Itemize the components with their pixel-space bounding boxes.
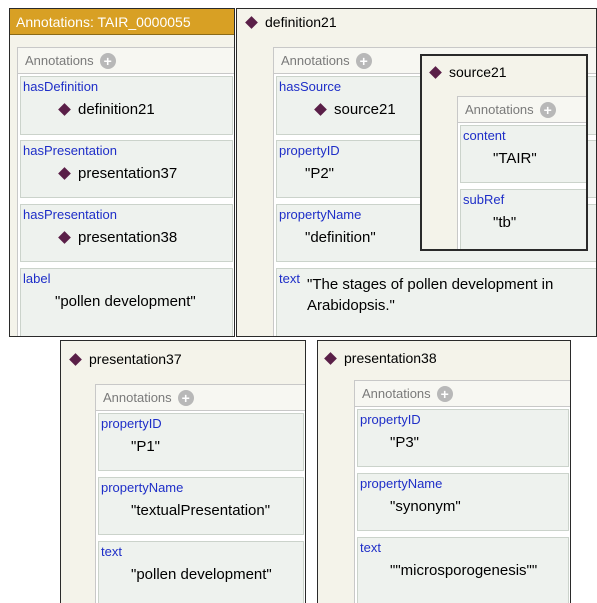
annotation-row[interactable]: text "The stages of pollen development i…	[276, 268, 596, 336]
property-name[interactable]: subRef	[463, 192, 504, 207]
individual-panel-presentation37: presentation37 Annotations + propertyID "…	[60, 340, 306, 603]
panel-title: definition21	[237, 9, 596, 35]
add-annotation-icon[interactable]: +	[436, 385, 453, 402]
individual-diamond-icon	[324, 351, 337, 365]
annotation-row[interactable]: text ""microsporogenesis""	[357, 537, 569, 603]
property-value[interactable]: "definition"	[305, 229, 376, 246]
annotations-label: Annotations	[465, 102, 534, 117]
annotation-row[interactable]: text "pollen development"	[98, 541, 304, 603]
property-name[interactable]: text	[101, 544, 122, 559]
property-name[interactable]: hasPresentation	[23, 207, 117, 222]
property-name[interactable]: text	[279, 271, 300, 286]
property-value[interactable]: "synonym"	[390, 498, 461, 515]
panel-title: source21	[422, 56, 586, 86]
individual-diamond-icon	[58, 102, 71, 116]
property-value[interactable]: presentation37	[55, 165, 177, 182]
annotations-label: Annotations	[281, 53, 350, 68]
property-value[interactable]: "P3"	[390, 434, 419, 451]
annotation-row[interactable]: hasPresentation presentation38	[20, 204, 233, 262]
individual-panel-source21: source21 Annotations + content "TAIR" sub…	[420, 54, 588, 251]
annotation-row[interactable]: propertyID "P1"	[98, 413, 304, 471]
property-value[interactable]: "pollen development"	[55, 293, 196, 310]
property-name[interactable]: propertyName	[360, 476, 442, 491]
property-name[interactable]: propertyName	[101, 480, 183, 495]
individual-diamond-icon	[245, 15, 258, 29]
annotations-header: Annotations +	[355, 381, 570, 407]
annotation-row[interactable]: propertyName "synonym"	[357, 473, 569, 531]
property-name[interactable]: text	[360, 540, 381, 555]
annotations-label: Annotations	[103, 390, 172, 405]
property-name[interactable]: content	[463, 128, 506, 143]
annotation-row[interactable]: hasPresentation presentation37	[20, 140, 233, 198]
property-value[interactable]: "P1"	[131, 438, 160, 455]
annotations-box: Annotations + hasDefinition definition21 …	[17, 47, 234, 336]
annotations-panel-tair: Annotations: TAIR_0000055 Annotations + h…	[9, 8, 235, 337]
add-annotation-icon[interactable]: +	[99, 52, 116, 69]
property-name[interactable]: propertyID	[360, 412, 421, 427]
annotations-label: Annotations	[25, 53, 94, 68]
individual-diamond-icon	[314, 102, 327, 116]
panel-title: presentation38	[318, 341, 570, 375]
property-name[interactable]: propertyID	[101, 416, 162, 431]
panel-title: presentation37	[61, 341, 305, 375]
add-annotation-icon[interactable]: +	[355, 52, 372, 69]
annotations-header: Annotations +	[18, 48, 234, 74]
individual-diamond-icon	[58, 230, 71, 244]
property-name[interactable]: hasPresentation	[23, 143, 117, 158]
annotation-row[interactable]: subRef "tb"	[460, 189, 586, 249]
individual-diamond-icon	[69, 352, 82, 366]
property-name[interactable]: hasDefinition	[23, 79, 98, 94]
property-value[interactable]: "pollen development"	[131, 566, 272, 583]
individual-diamond-icon	[58, 166, 71, 180]
annotations-header: Annotations +	[96, 385, 305, 411]
annotations-label: Annotations	[362, 386, 431, 401]
property-value[interactable]: source21	[311, 101, 396, 118]
annotation-row[interactable]: hasDefinition definition21	[20, 76, 233, 135]
text-value-line-1[interactable]: "The stages of pollen development in	[307, 275, 553, 295]
add-annotation-icon[interactable]: +	[539, 101, 556, 118]
annotations-box: Annotations + content "TAIR" subRef "tb"	[457, 96, 586, 249]
property-value[interactable]: "TAIR"	[493, 150, 537, 167]
property-value[interactable]: "tb"	[493, 214, 516, 231]
property-value[interactable]: "textualPresentation"	[131, 502, 270, 519]
annotation-row[interactable]: propertyID "P3"	[357, 409, 569, 467]
property-name[interactable]: propertyName	[279, 207, 361, 222]
property-name[interactable]: label	[23, 271, 50, 286]
annotations-header: Annotations +	[458, 97, 586, 123]
add-annotation-icon[interactable]: +	[177, 389, 194, 406]
property-value[interactable]: "P2"	[305, 165, 334, 182]
annotations-box: Annotations + propertyID "P1" propertyNam…	[95, 384, 305, 603]
annotation-row[interactable]: content "TAIR"	[460, 125, 586, 183]
panel-title: Annotations: TAIR_0000055	[10, 9, 234, 35]
individual-panel-presentation38: presentation38 Annotations + propertyID "…	[317, 340, 571, 603]
property-value[interactable]: definition21	[55, 101, 155, 118]
annotation-row[interactable]: label "pollen development"	[20, 268, 233, 336]
text-value-line-2[interactable]: Arabidopsis."	[307, 296, 395, 316]
annotations-box: Annotations + propertyID "P3" propertyNam…	[354, 380, 570, 603]
property-name[interactable]: hasSource	[279, 79, 341, 94]
property-value[interactable]: presentation38	[55, 229, 177, 246]
annotation-row[interactable]: propertyName "textualPresentation"	[98, 477, 304, 535]
individual-diamond-icon	[429, 65, 442, 79]
property-name[interactable]: propertyID	[279, 143, 340, 158]
property-value[interactable]: ""microsporogenesis""	[390, 562, 537, 579]
